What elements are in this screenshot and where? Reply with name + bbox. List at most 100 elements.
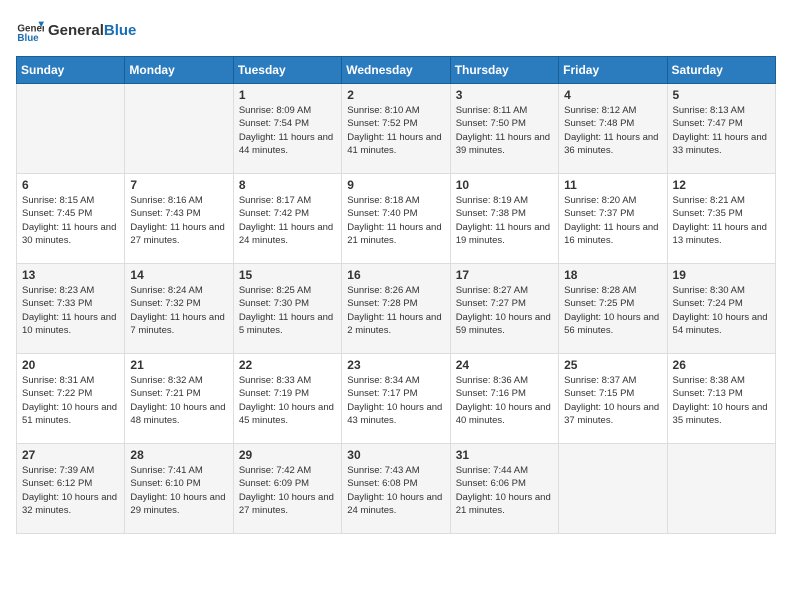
calendar-cell: 25 Sunrise: 8:37 AM Sunset: 7:15 PM Dayli… [559,354,667,444]
day-info: Sunrise: 8:25 AM Sunset: 7:30 PM Dayligh… [239,284,336,337]
calendar-table: SundayMondayTuesdayWednesdayThursdayFrid… [16,56,776,534]
calendar-cell: 13 Sunrise: 8:23 AM Sunset: 7:33 PM Dayli… [17,264,125,354]
day-info: Sunrise: 8:37 AM Sunset: 7:15 PM Dayligh… [564,374,661,427]
day-number: 13 [22,268,119,282]
page-header: General Blue GeneralBlue [16,16,776,44]
day-number: 26 [673,358,770,372]
day-number: 14 [130,268,227,282]
calendar-week-5: 27 Sunrise: 7:39 AM Sunset: 6:12 PM Dayli… [17,444,776,534]
weekday-header-friday: Friday [559,57,667,84]
day-number: 10 [456,178,553,192]
day-info: Sunrise: 8:21 AM Sunset: 7:35 PM Dayligh… [673,194,770,247]
day-number: 11 [564,178,661,192]
day-info: Sunrise: 8:20 AM Sunset: 7:37 PM Dayligh… [564,194,661,247]
day-number: 24 [456,358,553,372]
calendar-cell: 19 Sunrise: 8:30 AM Sunset: 7:24 PM Dayli… [667,264,775,354]
day-number: 28 [130,448,227,462]
day-info: Sunrise: 8:10 AM Sunset: 7:52 PM Dayligh… [347,104,444,157]
day-info: Sunrise: 8:15 AM Sunset: 7:45 PM Dayligh… [22,194,119,247]
calendar-cell: 28Sunrise: 7:41 AM Sunset: 6:10 PM Dayli… [125,444,233,534]
calendar-week-1: 1 Sunrise: 8:09 AM Sunset: 7:54 PM Daylig… [17,84,776,174]
calendar-cell [559,444,667,534]
weekday-header-saturday: Saturday [667,57,775,84]
day-number: 12 [673,178,770,192]
day-info: Sunrise: 8:12 AM Sunset: 7:48 PM Dayligh… [564,104,661,157]
calendar-cell: 27 Sunrise: 7:39 AM Sunset: 6:12 PM Dayli… [17,444,125,534]
day-number: 9 [347,178,444,192]
day-info: Sunrise: 7:42 AM Sunset: 6:09 PM Dayligh… [239,464,336,517]
day-info: Sunrise: 8:34 AM Sunset: 7:17 PM Dayligh… [347,374,444,427]
weekday-header-thursday: Thursday [450,57,558,84]
day-info: Sunrise: 8:11 AM Sunset: 7:50 PM Dayligh… [456,104,553,157]
calendar-cell: 22Sunrise: 8:33 AM Sunset: 7:19 PM Dayli… [233,354,341,444]
logo-text: GeneralBlue [48,22,136,39]
calendar-cell: 10 Sunrise: 8:19 AM Sunset: 7:38 PM Dayli… [450,174,558,264]
calendar-week-2: 6 Sunrise: 8:15 AM Sunset: 7:45 PM Daylig… [17,174,776,264]
day-number: 2 [347,88,444,102]
day-info: Sunrise: 8:13 AM Sunset: 7:47 PM Dayligh… [673,104,770,157]
weekday-header-wednesday: Wednesday [342,57,450,84]
day-info: Sunrise: 7:44 AM Sunset: 6:06 PM Dayligh… [456,464,553,517]
day-info: Sunrise: 8:38 AM Sunset: 7:13 PM Dayligh… [673,374,770,427]
calendar-cell: 12 Sunrise: 8:21 AM Sunset: 7:35 PM Dayli… [667,174,775,264]
day-number: 19 [673,268,770,282]
day-number: 7 [130,178,227,192]
day-info: Sunrise: 8:31 AM Sunset: 7:22 PM Dayligh… [22,374,119,427]
day-info: Sunrise: 8:19 AM Sunset: 7:38 PM Dayligh… [456,194,553,247]
calendar-cell: 8Sunrise: 8:17 AM Sunset: 7:42 PM Daylig… [233,174,341,264]
calendar-cell: 16Sunrise: 8:26 AM Sunset: 7:28 PM Dayli… [342,264,450,354]
day-info: Sunrise: 7:43 AM Sunset: 6:08 PM Dayligh… [347,464,444,517]
calendar-cell: 7Sunrise: 8:16 AM Sunset: 7:43 PM Daylig… [125,174,233,264]
calendar-cell: 14 Sunrise: 8:24 AM Sunset: 7:32 PM Dayli… [125,264,233,354]
day-number: 29 [239,448,336,462]
day-number: 21 [130,358,227,372]
calendar-cell: 23 Sunrise: 8:34 AM Sunset: 7:17 PM Dayli… [342,354,450,444]
day-info: Sunrise: 8:36 AM Sunset: 7:16 PM Dayligh… [456,374,553,427]
calendar-cell: 11 Sunrise: 8:20 AM Sunset: 7:37 PM Dayli… [559,174,667,264]
calendar-cell: 21Sunrise: 8:32 AM Sunset: 7:21 PM Dayli… [125,354,233,444]
calendar-cell: 9 Sunrise: 8:18 AM Sunset: 7:40 PM Daylig… [342,174,450,264]
calendar-cell: 20 Sunrise: 8:31 AM Sunset: 7:22 PM Dayli… [17,354,125,444]
calendar-cell [17,84,125,174]
weekday-header-sunday: Sunday [17,57,125,84]
logo-icon: General Blue [16,16,44,44]
calendar-cell: 29 Sunrise: 7:42 AM Sunset: 6:09 PM Dayli… [233,444,341,534]
day-info: Sunrise: 8:24 AM Sunset: 7:32 PM Dayligh… [130,284,227,337]
calendar-week-4: 20 Sunrise: 8:31 AM Sunset: 7:22 PM Dayli… [17,354,776,444]
calendar-cell: 31 Sunrise: 7:44 AM Sunset: 6:06 PM Dayli… [450,444,558,534]
day-info: Sunrise: 8:23 AM Sunset: 7:33 PM Dayligh… [22,284,119,337]
day-info: Sunrise: 7:39 AM Sunset: 6:12 PM Dayligh… [22,464,119,517]
day-info: Sunrise: 8:30 AM Sunset: 7:24 PM Dayligh… [673,284,770,337]
day-number: 6 [22,178,119,192]
day-number: 23 [347,358,444,372]
calendar-cell: 6 Sunrise: 8:15 AM Sunset: 7:45 PM Daylig… [17,174,125,264]
logo: General Blue GeneralBlue [16,16,136,44]
day-number: 30 [347,448,444,462]
calendar-cell: 24 Sunrise: 8:36 AM Sunset: 7:16 PM Dayli… [450,354,558,444]
calendar-cell: 17 Sunrise: 8:27 AM Sunset: 7:27 PM Dayli… [450,264,558,354]
calendar-cell: 15 Sunrise: 8:25 AM Sunset: 7:30 PM Dayli… [233,264,341,354]
day-info: Sunrise: 8:09 AM Sunset: 7:54 PM Dayligh… [239,104,336,157]
day-number: 5 [673,88,770,102]
calendar-cell: 1 Sunrise: 8:09 AM Sunset: 7:54 PM Daylig… [233,84,341,174]
day-number: 1 [239,88,336,102]
day-info: Sunrise: 8:18 AM Sunset: 7:40 PM Dayligh… [347,194,444,247]
weekday-header-tuesday: Tuesday [233,57,341,84]
day-info: Sunrise: 8:28 AM Sunset: 7:25 PM Dayligh… [564,284,661,337]
day-info: Sunrise: 8:27 AM Sunset: 7:27 PM Dayligh… [456,284,553,337]
day-number: 25 [564,358,661,372]
calendar-cell [125,84,233,174]
day-number: 31 [456,448,553,462]
day-number: 16 [347,268,444,282]
day-number: 15 [239,268,336,282]
calendar-cell: 30 Sunrise: 7:43 AM Sunset: 6:08 PM Dayli… [342,444,450,534]
calendar-cell: 4Sunrise: 8:12 AM Sunset: 7:48 PM Daylig… [559,84,667,174]
day-number: 20 [22,358,119,372]
calendar-cell: 3Sunrise: 8:11 AM Sunset: 7:50 PM Daylig… [450,84,558,174]
day-number: 27 [22,448,119,462]
calendar-cell: 2 Sunrise: 8:10 AM Sunset: 7:52 PM Daylig… [342,84,450,174]
calendar-cell: 26 Sunrise: 8:38 AM Sunset: 7:13 PM Dayli… [667,354,775,444]
calendar-cell: 18Sunrise: 8:28 AM Sunset: 7:25 PM Dayli… [559,264,667,354]
weekday-header-monday: Monday [125,57,233,84]
day-number: 17 [456,268,553,282]
